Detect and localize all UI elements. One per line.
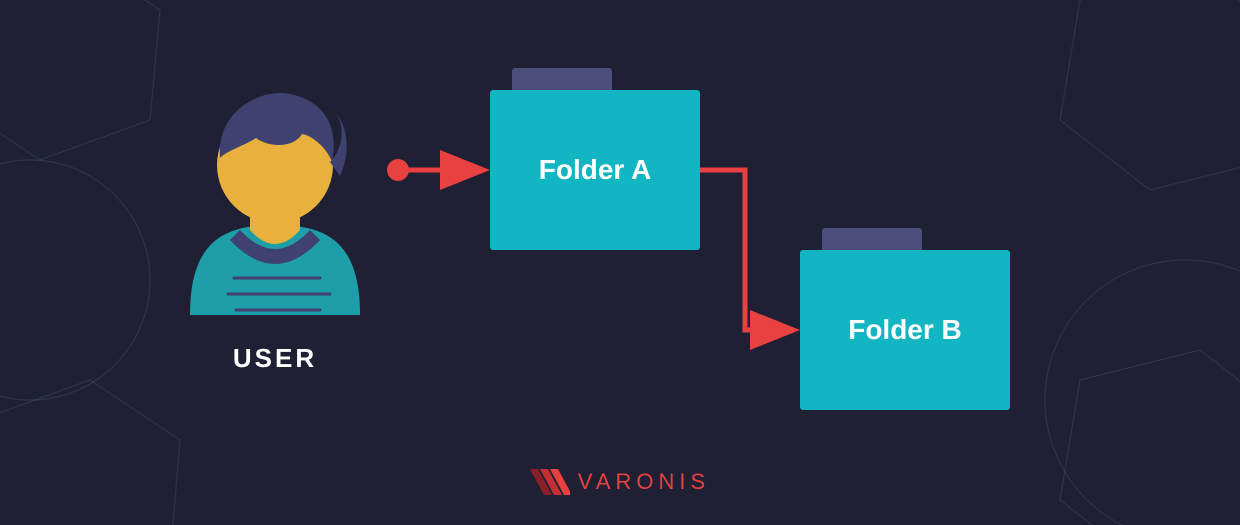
folder-b: Folder B [800,250,1010,410]
arrow-start-dot [387,159,409,181]
brand-name: VARONIS [578,469,710,495]
arrow-a-to-b [700,170,790,330]
diagram-stage: USER Folder A Folder B VARONIS [0,0,1240,525]
varonis-mark-icon [530,469,570,495]
user-node: USER [170,80,380,374]
brand-logo: VARONIS [0,469,1240,495]
folder-a: Folder A [490,90,700,250]
user-label: USER [170,343,380,374]
folder-a-label: Folder A [490,90,700,250]
user-icon [170,80,380,320]
folder-b-label: Folder B [800,250,1010,410]
